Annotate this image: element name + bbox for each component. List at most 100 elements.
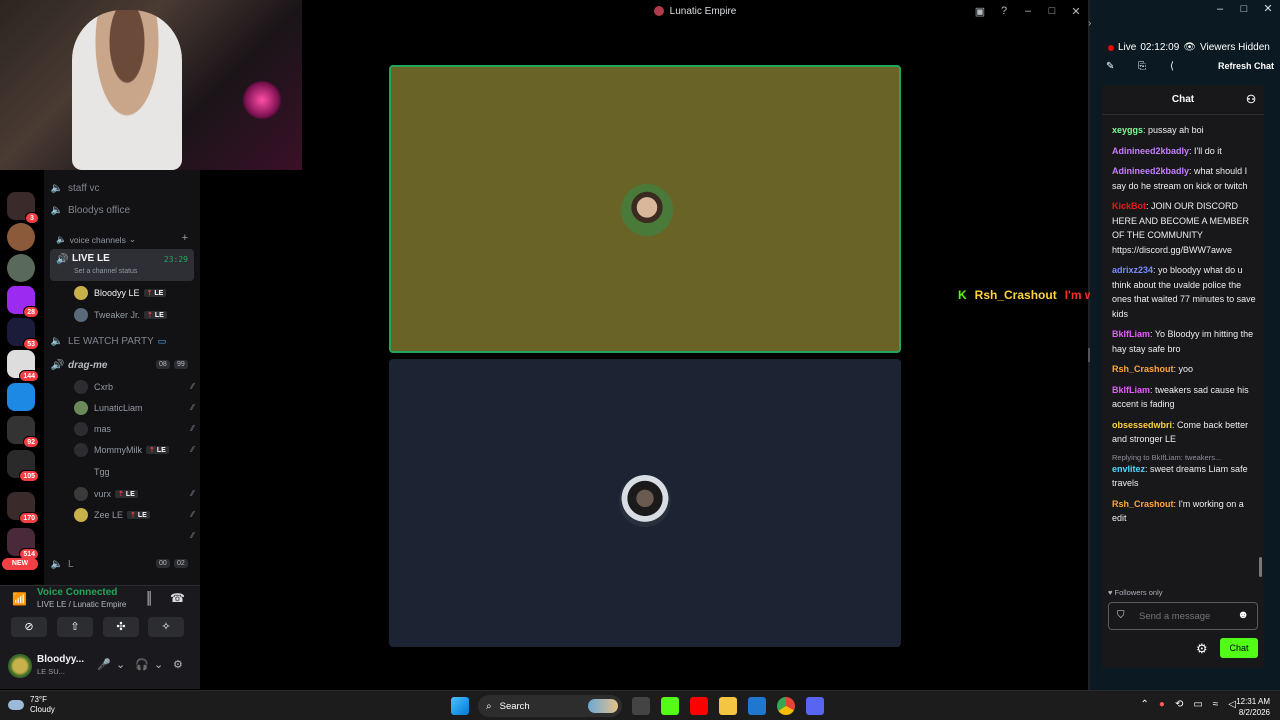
chat-message-input[interactable] [1139, 609, 1239, 623]
chat-username[interactable]: obsessedwbri [1112, 420, 1172, 430]
add-channel-icon[interactable]: + [182, 232, 188, 244]
tray-app-icon[interactable]: ⟲ [1175, 699, 1183, 710]
taskbar-search[interactable]: ⌕ Search [478, 695, 622, 717]
server-icon[interactable] [7, 383, 35, 411]
category-voice-channels[interactable]: 🔈 voice channels ⌄ [56, 234, 136, 245]
chat-username[interactable]: BklfLiam [1112, 385, 1150, 395]
close-button[interactable]: ✕ [1064, 5, 1088, 18]
file-explorer-icon[interactable] [719, 697, 737, 715]
server-folder[interactable]: 92 [7, 416, 39, 448]
chat-scrollbar[interactable] [1259, 557, 1262, 577]
minimize-button[interactable]: – [1016, 5, 1040, 17]
start-icon[interactable] [451, 697, 469, 715]
weather-widget[interactable]: 73°F Cloudy [8, 695, 55, 715]
signal-icon[interactable]: 📶 [12, 592, 27, 606]
outlook-icon[interactable] [748, 697, 766, 715]
voice-member[interactable]: LunaticLiam ⁄⁄ [74, 398, 194, 418]
voice-member[interactable]: Tweaker Jr.LE [74, 305, 194, 325]
activities-button[interactable]: ✣ [103, 617, 139, 637]
chat-username[interactable]: envlitez [1112, 464, 1145, 474]
wifi-icon[interactable]: ≈ [1213, 699, 1219, 710]
youtube-icon[interactable] [690, 697, 708, 715]
chat-username[interactable]: BklfLiam [1112, 329, 1150, 339]
server-icon[interactable]: 53 [7, 318, 39, 350]
settings-gear-icon[interactable]: ⚙ [173, 658, 183, 671]
minimize-button[interactable]: – [1208, 0, 1232, 20]
participant-tile-speaking[interactable] [389, 65, 901, 353]
users-icon[interactable]: ⚇ [1246, 85, 1256, 115]
username[interactable]: Bloodyy... [37, 654, 84, 665]
chat-message-list[interactable]: xeyggs: pussay ah boi Adinineed2kbadly: I… [1112, 123, 1258, 532]
kick-app-icon[interactable] [661, 697, 679, 715]
server-icon[interactable]: 28 [7, 286, 39, 318]
discord-icon[interactable] [806, 697, 824, 715]
task-view-icon[interactable] [632, 697, 650, 715]
noise-suppression-icon[interactable]: ║ [145, 591, 154, 605]
channel-drag-me[interactable]: 🔊 drag-me [50, 355, 194, 375]
soundboard-button[interactable]: ✧ [148, 617, 184, 637]
chevron-up-icon[interactable]: ⌃ [1141, 699, 1149, 710]
channel-live-le[interactable]: 🔊 LIVE LE 23:29 Set a channel status [50, 249, 194, 281]
help-icon[interactable]: ? [992, 5, 1016, 17]
clip-icon[interactable]: ⎘ [1138, 61, 1146, 72]
channel-l[interactable]: 🔈 L [50, 554, 194, 574]
collapse-chevron-icon[interactable]: › [1088, 18, 1091, 29]
server-icon[interactable]: 3 [7, 192, 39, 224]
server-folder[interactable]: 105 [7, 450, 39, 482]
close-button[interactable]: ✕ [1256, 0, 1280, 20]
chat-username[interactable]: Rsh_Crashout [1112, 364, 1174, 374]
server-icon[interactable] [7, 223, 35, 251]
voice-member[interactable]: vurxLE ⁄⁄ [74, 484, 194, 504]
chat-username[interactable]: xeyggs [1112, 125, 1143, 135]
emoji-icon[interactable]: ☻ [1237, 609, 1249, 621]
voice-member[interactable]: Bloodyy LELE [74, 283, 194, 303]
chat-username[interactable]: adrixz234 [1112, 265, 1153, 275]
reply-context[interactable]: Replying to BkIfLiam: tweakers... [1112, 453, 1258, 462]
share-icon[interactable]: ⟨ [1170, 61, 1174, 72]
camera-toggle-button[interactable]: ⊘ [11, 617, 47, 637]
window-title: Lunatic Empire [669, 5, 737, 17]
channel-staff-vc[interactable]: 🔈 staff vc [50, 178, 194, 198]
microphone-icon[interactable]: ● [1159, 699, 1165, 710]
screen-share-button[interactable]: ⇧ [57, 617, 93, 637]
voice-member[interactable]: MommyMilk LE ⁄⁄ [74, 440, 194, 460]
chat-username[interactable]: Rsh_Crashout [1112, 499, 1174, 509]
voice-member[interactable]: Cxrb ⁄⁄ [74, 377, 194, 397]
headphones-icon[interactable]: 🎧 [135, 658, 149, 671]
avatar[interactable] [8, 654, 32, 678]
server-icon[interactable]: 144 [7, 350, 39, 382]
channel-bloodys-office[interactable]: 🔈 Bloodys office [50, 200, 194, 220]
maximize-button[interactable]: □ [1232, 0, 1256, 20]
microphone-icon[interactable]: 🎤 [97, 658, 111, 671]
volume-icon[interactable]: ◁ [1228, 699, 1236, 710]
voice-member[interactable]: Zee LELE ⁄⁄ [74, 505, 194, 525]
voice-member[interactable]: ⁄⁄ [74, 526, 194, 546]
server-folder[interactable]: 514 [7, 528, 39, 560]
refresh-chat-button[interactable]: Refresh Chat [1218, 61, 1274, 71]
chat-settings-icon[interactable]: ⚙ [1196, 641, 1208, 657]
voice-channel-path[interactable]: LIVE LE / Lunatic Empire [37, 600, 126, 609]
display-icon[interactable]: ▭ [1193, 699, 1202, 710]
maximize-button[interactable]: □ [1040, 5, 1064, 17]
chat-username[interactable]: KickBot [1112, 201, 1146, 211]
server-folder[interactable]: 170 [7, 492, 39, 524]
channel-watch-party[interactable]: 🔈 LE WATCH PARTY ▭ [50, 331, 194, 351]
chrome-icon[interactable] [777, 697, 795, 715]
chevron-down-icon[interactable]: ⌄ [116, 658, 125, 671]
server-icon[interactable] [7, 254, 35, 282]
channel-status[interactable]: Set a channel status [74, 268, 137, 275]
voice-member[interactable]: Tgg [74, 462, 194, 482]
disconnect-icon[interactable]: ☎ [170, 591, 185, 605]
inbox-icon[interactable]: ▣ [968, 5, 992, 18]
chat-input-box[interactable]: ⛉ ☻ [1108, 602, 1258, 630]
chevron-down-icon[interactable]: ⌄ [154, 658, 163, 671]
edit-pencil-icon[interactable]: ✎ [1106, 61, 1114, 72]
voice-status-title[interactable]: Voice Connected [37, 587, 117, 598]
chat-username[interactable]: Adinineed2kbadly [1112, 146, 1189, 156]
new-badge[interactable]: NEW [2, 558, 38, 570]
send-chat-button[interactable]: Chat [1220, 638, 1258, 658]
participant-tile[interactable] [389, 359, 901, 647]
clock[interactable]: 12:31 AM 8/2/2026 [1236, 696, 1270, 718]
chat-username[interactable]: Adinineed2kbadly [1112, 166, 1189, 176]
voice-member[interactable]: mas ⁄⁄ [74, 419, 194, 439]
